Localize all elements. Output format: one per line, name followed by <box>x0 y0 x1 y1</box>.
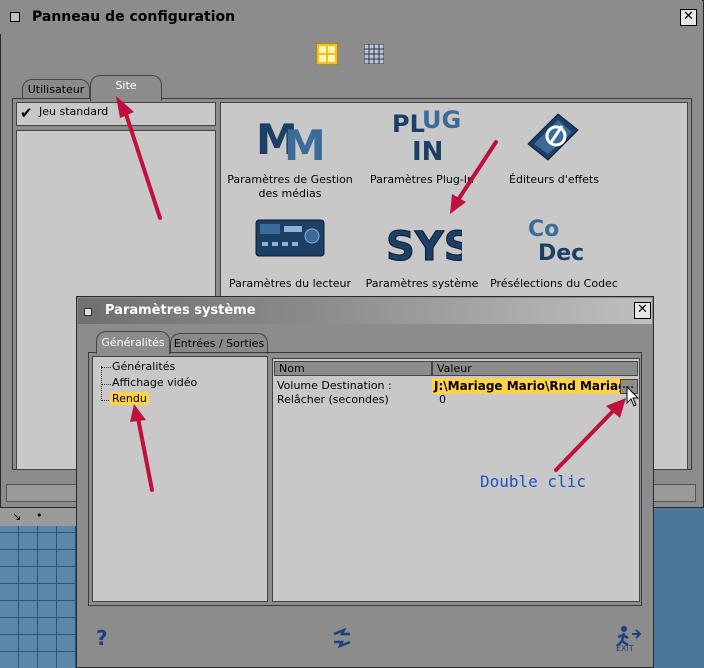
release-seconds-value[interactable]: 0 <box>439 393 446 406</box>
dialog-title: Paramètres système <box>105 303 256 318</box>
background-toolbar: ↘ • <box>0 508 80 527</box>
player-settings-item[interactable]: Paramètres du lecteur <box>220 208 360 291</box>
checkmark-icon: ✔ <box>20 104 33 122</box>
tree-item-affichage-video[interactable]: Affichage vidéo <box>112 376 197 389</box>
svg-text:PL: PL <box>392 110 425 138</box>
dot-tool-icon[interactable]: • <box>36 509 43 522</box>
codec-icon: Co Dec <box>528 217 584 266</box>
tree-item-generalites[interactable]: Généralités <box>112 360 175 373</box>
tab-utilisateur[interactable]: Utilisateur <box>22 79 90 100</box>
annotation-double-clic: Double clic <box>480 472 586 491</box>
list-view-icon[interactable] <box>364 44 384 64</box>
codec-presets-item[interactable]: Co Dec Présélections du Codec <box>484 208 624 291</box>
close-icon[interactable]: ✕ <box>634 302 651 319</box>
plugin-settings-label: Paramètres Plug-In <box>369 173 475 186</box>
property-name: Volume Destination : <box>277 379 392 392</box>
svg-text:SYS: SYS <box>386 224 462 270</box>
tree-item-rendu[interactable]: Rendu <box>110 392 149 405</box>
media-settings-label: Paramètres de Gestion des médias <box>227 173 353 200</box>
preset-name[interactable]: Jeu standard <box>39 105 108 118</box>
window-menu-icon[interactable] <box>10 12 20 22</box>
refresh-icon[interactable] <box>330 626 354 650</box>
effects-editor-item[interactable]: Éditeurs d'effets <box>484 104 624 187</box>
close-icon[interactable]: ✕ <box>680 9 697 26</box>
help-icon[interactable]: ? <box>96 626 108 650</box>
property-name: Relâcher (secondes) <box>277 393 389 406</box>
mouse-cursor-icon <box>626 386 640 407</box>
destination-volume-field[interactable]: J:\Mariage Mario\Rnd Mariage <box>432 378 630 394</box>
arrow-tool-icon[interactable]: ↘ <box>12 510 21 523</box>
exit-label: EXIT <box>616 644 634 653</box>
player-settings-label: Paramètres du lecteur <box>228 277 352 290</box>
svg-text:UG: UG <box>422 106 461 134</box>
plugin-settings-item[interactable]: PL UG IN Paramètres Plug-In <box>352 104 492 187</box>
tree-connector <box>101 384 111 385</box>
svg-text:M: M <box>284 121 326 166</box>
tab-generalites[interactable]: Généralités <box>96 331 170 354</box>
tab-site[interactable]: Site <box>90 75 162 101</box>
media-settings-item[interactable]: M M Paramètres de Gestion des médias <box>220 104 360 201</box>
svg-text:Co: Co <box>528 217 559 242</box>
svg-text:Dec: Dec <box>538 241 584 266</box>
codec-presets-label: Présélections du Codec <box>490 277 618 290</box>
effects-editor-label: Éditeurs d'effets <box>509 173 599 186</box>
svg-text:IN: IN <box>412 137 443 166</box>
plug-in-icon: PL UG IN <box>392 106 461 167</box>
control-panel-title: Panneau de configuration <box>32 9 236 25</box>
sys-icon: SYS <box>386 224 474 271</box>
tab-entrees-sorties[interactable]: Entrées / Sorties <box>170 333 268 354</box>
large-icons-view-icon[interactable] <box>316 43 338 65</box>
dialog-menu-icon[interactable] <box>84 308 92 316</box>
column-header-valeur[interactable]: Valeur <box>432 361 638 376</box>
background-timeline <box>0 526 80 668</box>
column-header-nom[interactable]: Nom <box>274 361 432 376</box>
mm-media-icon: M M <box>256 115 326 170</box>
effects-editor-icon <box>527 113 579 161</box>
tree-connector <box>101 367 111 368</box>
system-settings-item[interactable]: SYS Paramètres système <box>352 208 492 291</box>
deck-player-icon <box>255 219 325 257</box>
system-settings-label: Paramètres système <box>365 277 479 290</box>
